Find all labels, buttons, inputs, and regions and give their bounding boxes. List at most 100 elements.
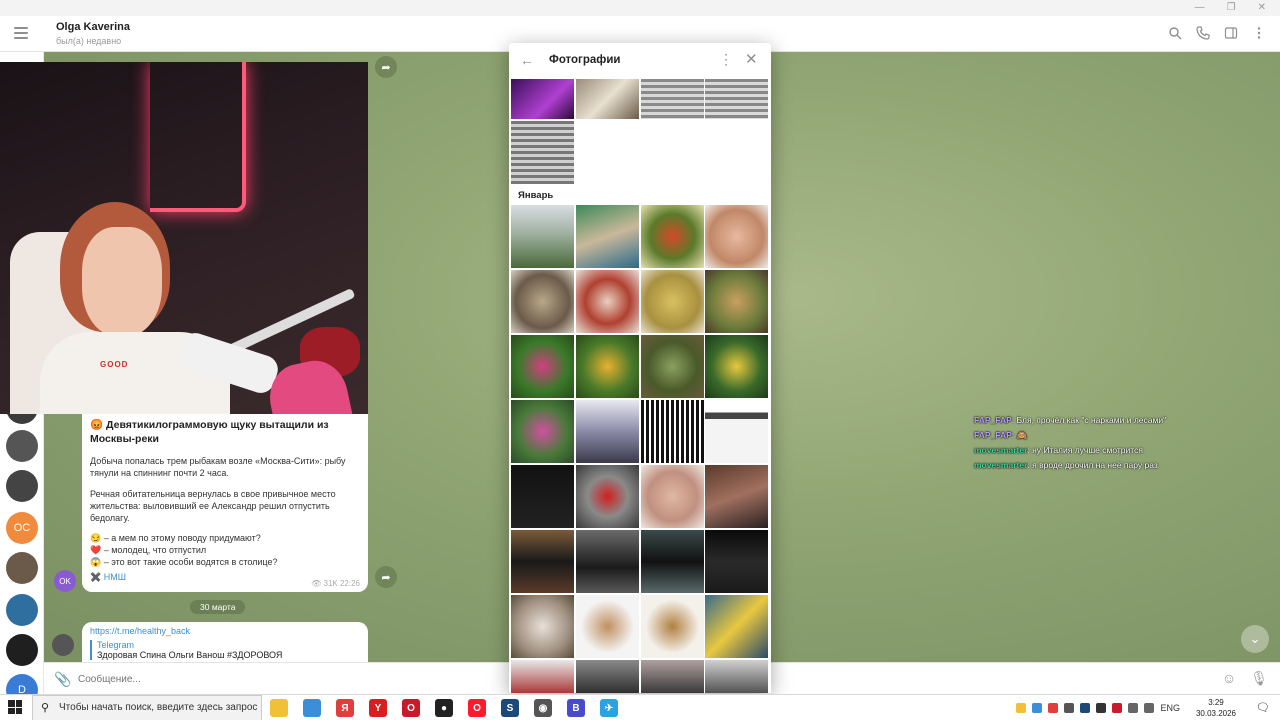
message-bubble[interactable]: https://t.me/healthy_back Telegram Здоро… bbox=[82, 622, 368, 662]
opera-gx-icon[interactable]: O bbox=[468, 699, 486, 717]
photo-lemon-tree[interactable] bbox=[576, 335, 639, 398]
sidebar-chat-avatar[interactable] bbox=[6, 594, 38, 626]
chat-title[interactable]: Olga Kaverina bbox=[56, 21, 130, 33]
photo-no-sign[interactable] bbox=[576, 465, 639, 528]
photo-text-list[interactable] bbox=[641, 79, 704, 119]
photo-neon-portrait[interactable] bbox=[511, 79, 574, 119]
sidebar-chat-avatar[interactable] bbox=[6, 552, 38, 584]
photo-plate[interactable] bbox=[511, 270, 574, 333]
photo-dark-scene[interactable] bbox=[576, 660, 639, 693]
photo-barcode-doc[interactable] bbox=[705, 400, 768, 463]
taskbar-search[interactable]: ⚲ Чтобы начать поиск, введите здесь запр… bbox=[32, 695, 262, 720]
tray-icon[interactable] bbox=[1016, 703, 1027, 713]
photo-lemons[interactable] bbox=[705, 335, 768, 398]
tray-icon[interactable] bbox=[1112, 703, 1123, 713]
back-arrow-icon[interactable]: ← bbox=[520, 52, 534, 68]
photo-latex-outfit[interactable] bbox=[511, 530, 574, 593]
photo-table-food[interactable] bbox=[705, 270, 768, 333]
telegram-icon[interactable]: ✈ bbox=[600, 699, 618, 717]
yandex-icon[interactable]: Я bbox=[336, 699, 354, 717]
more-icon[interactable] bbox=[1252, 26, 1266, 40]
tray-icon[interactable] bbox=[1032, 703, 1043, 713]
store-icon[interactable] bbox=[303, 699, 321, 717]
maximize-button[interactable]: ❐ bbox=[1227, 0, 1236, 16]
attach-icon[interactable]: 📎 bbox=[54, 671, 71, 688]
photo-leopard-shorts[interactable] bbox=[576, 595, 639, 658]
forward-icon[interactable]: ➦ bbox=[375, 566, 397, 588]
photo-crowd[interactable] bbox=[641, 660, 704, 693]
photo-woman[interactable] bbox=[641, 465, 704, 528]
forward-icon[interactable]: ➦ bbox=[375, 56, 397, 78]
chat-username: movesmarter bbox=[974, 445, 1028, 455]
scroll-down-button[interactable]: ⌄ bbox=[1241, 625, 1269, 653]
phone-icon[interactable] bbox=[1196, 26, 1210, 40]
chat-username: FAP_FAP bbox=[974, 415, 1012, 425]
search-icon[interactable] bbox=[1168, 26, 1182, 40]
close-window-button[interactable]: ✕ bbox=[1258, 0, 1266, 16]
link-preview[interactable]: Telegram Здоровая Спина Ольги Ванош #ЗДО… bbox=[90, 640, 360, 660]
message-bubble[interactable]: 😡 Девятикилограммовую щуку вытащили из М… bbox=[82, 414, 368, 592]
photo-leopard-top[interactable] bbox=[641, 595, 704, 658]
preview-site: Telegram bbox=[97, 640, 135, 650]
photo-bananas[interactable] bbox=[705, 595, 768, 658]
message-input[interactable] bbox=[78, 669, 478, 689]
photo-garden[interactable] bbox=[511, 400, 574, 463]
sidebar-chat-avatar[interactable] bbox=[6, 470, 38, 502]
photo-dark-figure[interactable] bbox=[576, 530, 639, 593]
language-indicator[interactable]: ENG bbox=[1160, 703, 1180, 713]
more-icon[interactable]: ⋮ bbox=[719, 51, 733, 68]
sender-avatar[interactable]: OK bbox=[54, 570, 76, 592]
photo-cat[interactable] bbox=[576, 79, 639, 119]
obs-icon[interactable]: ● bbox=[435, 699, 453, 717]
photo-dark-portrait[interactable] bbox=[705, 530, 768, 593]
photo-stuffed-peppers[interactable] bbox=[641, 270, 704, 333]
stream-chat-message: FAP_FAP: 🙈 bbox=[974, 428, 1214, 443]
start-button[interactable] bbox=[8, 700, 22, 714]
photo-gym[interactable] bbox=[705, 465, 768, 528]
photo-plants[interactable] bbox=[641, 335, 704, 398]
shirt-print: GOOD bbox=[100, 360, 129, 369]
photo-shrimp[interactable] bbox=[705, 205, 768, 268]
photo-street[interactable] bbox=[705, 660, 768, 693]
vpn-icon[interactable]: B bbox=[567, 699, 585, 717]
sidebar-chat-avatar[interactable]: OC bbox=[6, 512, 38, 544]
search-placeholder: Чтобы начать поиск, введите здесь запрос bbox=[59, 702, 258, 713]
sidebar-icon[interactable] bbox=[1224, 26, 1238, 40]
window-titlebar: — ❐ ✕ bbox=[0, 0, 1280, 16]
photo-corset[interactable] bbox=[641, 530, 704, 593]
file-explorer-icon[interactable] bbox=[270, 699, 288, 717]
photo-red-door[interactable] bbox=[511, 660, 574, 693]
photo-flowers-pink[interactable] bbox=[511, 335, 574, 398]
tray-icon[interactable] bbox=[1080, 703, 1091, 713]
volume-icon[interactable] bbox=[1144, 703, 1155, 713]
minimize-button[interactable]: — bbox=[1195, 0, 1205, 16]
sidebar-chat-avatar[interactable] bbox=[6, 634, 38, 666]
app-icon[interactable]: ◉ bbox=[534, 699, 552, 717]
close-icon[interactable]: ✕ bbox=[745, 50, 758, 68]
menu-icon[interactable] bbox=[14, 27, 28, 39]
notification-icon[interactable]: 🗨 bbox=[1256, 701, 1270, 714]
emoji-icon[interactable]: ☺ bbox=[1222, 670, 1236, 687]
photo-text-list[interactable] bbox=[705, 79, 768, 119]
tray-icon[interactable] bbox=[1064, 703, 1075, 713]
microphone-icon[interactable]: 🎙 bbox=[1250, 670, 1268, 687]
photo-park[interactable] bbox=[511, 205, 574, 268]
photo-text-list[interactable] bbox=[511, 121, 574, 184]
opera-icon[interactable]: O bbox=[402, 699, 420, 717]
sidebar-chat-avatar[interactable] bbox=[6, 430, 38, 462]
photo-kitten[interactable] bbox=[511, 595, 574, 658]
system-clock[interactable]: 3:29 30.03.2026 bbox=[1196, 697, 1236, 719]
photo-dish[interactable] bbox=[576, 270, 639, 333]
sender-avatar[interactable] bbox=[52, 634, 74, 656]
photo-screenshot-text[interactable] bbox=[511, 465, 574, 528]
photo-city-aerial[interactable] bbox=[576, 205, 639, 268]
photo-vegetables[interactable] bbox=[641, 205, 704, 268]
photo-qr-code[interactable] bbox=[641, 400, 704, 463]
network-icon[interactable] bbox=[1128, 703, 1139, 713]
tray-icon[interactable] bbox=[1048, 703, 1059, 713]
message-link[interactable]: https://t.me/healthy_back bbox=[90, 626, 360, 636]
yandex-browser-icon[interactable]: Y bbox=[369, 699, 387, 717]
photo-building[interactable] bbox=[576, 400, 639, 463]
tray-icon[interactable] bbox=[1096, 703, 1107, 713]
steam-icon[interactable]: S bbox=[501, 699, 519, 717]
